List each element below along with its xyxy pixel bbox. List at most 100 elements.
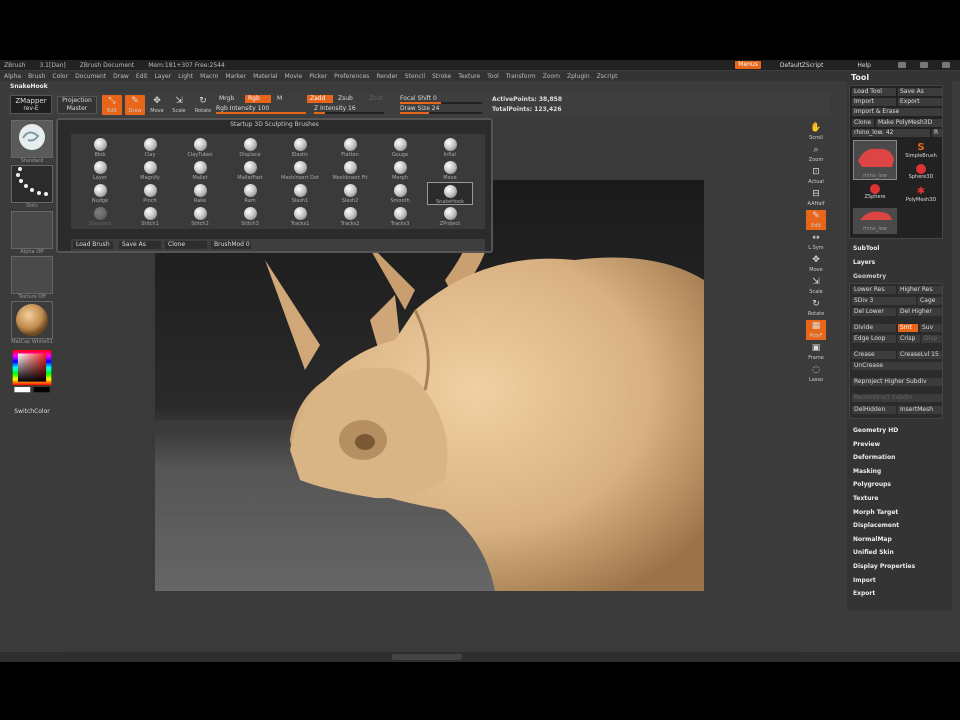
rgb-button[interactable]: Rgb	[245, 95, 271, 103]
load-brush-button[interactable]: Load Brush	[73, 241, 113, 249]
tool-thumb-sphere3d[interactable]: Sphere3D	[900, 164, 942, 182]
rightshelf-rotate-button[interactable]: ↻ Rotate	[806, 298, 826, 318]
brushmod-slider[interactable]: BrushMod 0	[211, 241, 251, 249]
zcut-button[interactable]: Zcut	[366, 95, 386, 103]
brush-stitch2[interactable]: Stitch2	[177, 205, 223, 228]
menu-material[interactable]: Material	[253, 73, 277, 80]
divide-button[interactable]: Divide	[852, 324, 896, 332]
brush-nudge[interactable]: Nudge	[77, 182, 123, 205]
brush-tracks2[interactable]: Tracks2	[327, 205, 373, 228]
edit-button[interactable]: ⤡ Edit	[102, 95, 122, 115]
rightshelf-scroll-button[interactable]: ✋ Scroll	[806, 122, 826, 142]
tray-section-morph-target[interactable]: Morph Target	[853, 509, 898, 516]
tray-section-texture[interactable]: Texture	[853, 495, 878, 502]
layers-section[interactable]: Layers	[853, 259, 875, 266]
zsub-button[interactable]: Zsub	[335, 95, 356, 103]
cage-button[interactable]: Cage	[918, 297, 942, 305]
stroke-thumbnail[interactable]	[11, 165, 53, 203]
color-picker[interactable]	[10, 350, 54, 394]
focal-shift-slider[interactable]: Focal Shift 0	[400, 95, 482, 104]
bottom-tray-handle[interactable]	[392, 654, 462, 660]
brush-malletfast[interactable]: MalletFast	[227, 159, 273, 182]
close-icon[interactable]	[942, 62, 950, 68]
brush-gouge[interactable]: Gouge	[377, 136, 423, 159]
menu-light[interactable]: Light	[178, 73, 193, 80]
menu-marker[interactable]: Marker	[225, 73, 246, 80]
material-thumbnail[interactable]	[11, 301, 53, 339]
disp-toggle[interactable]: Disp	[922, 335, 942, 343]
brush-slash1[interactable]: Slash1	[277, 182, 323, 205]
del-higher-button[interactable]: Del Higher	[898, 308, 942, 316]
save-as-button[interactable]: Save As	[119, 241, 161, 249]
tool-thumb-polymesh3d[interactable]: ✱ PolyMesh3D	[900, 186, 942, 204]
import-erase-button[interactable]: Import & Erase	[852, 108, 942, 116]
brush-stitch1[interactable]: Stitch1	[127, 205, 173, 228]
menus-button[interactable]: Menus	[735, 61, 761, 69]
menu-layer[interactable]: Layer	[154, 73, 171, 80]
brush-mallet[interactable]: Mallet	[177, 159, 223, 182]
rightshelf-polyf-button[interactable]: ▦ PolyF	[806, 320, 826, 340]
tool-export-button[interactable]: Export	[898, 98, 942, 106]
higher-res-button[interactable]: Higher Res	[898, 286, 942, 294]
minimize-icon[interactable]	[898, 62, 906, 68]
menu-macro[interactable]: Macro	[200, 73, 218, 80]
tray-section-preview[interactable]: Preview	[853, 441, 880, 448]
menu-stencil[interactable]: Stencil	[405, 73, 425, 80]
insertmesh-button[interactable]: InsertMesh	[898, 406, 942, 414]
tray-section-polygroups[interactable]: Polygroups	[853, 481, 891, 488]
menu-brush[interactable]: Brush	[28, 73, 45, 80]
menu-preferences[interactable]: Preferences	[334, 73, 369, 80]
menu-alpha[interactable]: Alpha	[4, 73, 21, 80]
current-tool-slider[interactable]: rhino_low. 42	[852, 129, 930, 137]
crease-button[interactable]: Crease	[852, 351, 896, 359]
brush-blob[interactable]: Blob	[77, 136, 123, 159]
switch-color-button[interactable]: SwitchColor	[8, 408, 56, 415]
menu-tool[interactable]: Tool	[487, 73, 499, 80]
brush-move[interactable]: Move	[427, 159, 473, 182]
brush-flatten[interactable]: Flatten	[327, 136, 373, 159]
brush-snakehook[interactable]: SnakeHook	[427, 182, 473, 205]
brush-claytubes[interactable]: ClayTubes	[177, 136, 223, 159]
reproject-button[interactable]: Reproject Higher Subdiv	[852, 378, 942, 386]
rightshelf-frame-button[interactable]: ▣ Frame	[806, 342, 826, 362]
help-button[interactable]: Help	[852, 62, 876, 69]
brush-thumbnail[interactable]	[11, 120, 53, 158]
reconstruct-subdiv-button[interactable]: Reconstruct Subdiv	[852, 394, 942, 402]
menu-zoom[interactable]: Zoom	[543, 73, 560, 80]
menu-zscript[interactable]: Zscript	[597, 73, 618, 80]
tool-clone-button[interactable]: Clone	[852, 119, 874, 127]
move-button[interactable]: ✥ Move	[147, 95, 167, 115]
geometry-section[interactable]: Geometry	[853, 273, 886, 280]
menu-render[interactable]: Render	[376, 73, 397, 80]
brush-displace[interactable]: Displace	[227, 136, 273, 159]
rgb-intensity-slider[interactable]: Rgb Intensity 100	[216, 105, 306, 114]
brush-stitch3[interactable]: Stitch3	[227, 205, 273, 228]
menu-transform[interactable]: Transform	[506, 73, 536, 80]
lower-res-button[interactable]: Lower Res	[852, 286, 896, 294]
tray-section-deformation[interactable]: Deformation	[853, 454, 895, 461]
load-tool-button[interactable]: Load Tool	[852, 88, 896, 96]
menu-edit[interactable]: Edit	[136, 73, 148, 80]
m-button[interactable]: M	[274, 95, 285, 103]
brush-slash2[interactable]: Slash2	[327, 182, 373, 205]
rightshelf-actual-button[interactable]: ⊡ Actual	[806, 166, 826, 186]
brush-elastic[interactable]: Elastic	[277, 136, 323, 159]
brush-zproject[interactable]: ZProject	[427, 205, 473, 228]
zmapper-button[interactable]: ZMapper rev-E	[10, 95, 52, 114]
brush-ram[interactable]: Ram	[227, 182, 273, 205]
texture-thumbnail[interactable]	[11, 256, 53, 294]
draw-size-slider[interactable]: Draw Size 24	[400, 105, 482, 114]
tool-thumb-simplebrush[interactable]: S SimpleBrush	[900, 142, 942, 160]
tool-thumb-rhino-2[interactable]: rhino_low	[853, 208, 897, 234]
rightshelf-zoom-button[interactable]: ⌕ Zoom	[806, 144, 826, 164]
brush-pinch[interactable]: Pinch	[127, 182, 173, 205]
maximize-icon[interactable]	[920, 62, 928, 68]
menu-texture[interactable]: Texture	[458, 73, 480, 80]
make-polymesh-button[interactable]: Make PolyMesh3D	[876, 119, 942, 127]
rightshelf-edit-button[interactable]: ✎ Edit	[806, 210, 826, 230]
tool-palette-title[interactable]: Tool	[851, 73, 869, 82]
mrgb-button[interactable]: Mrgb	[216, 95, 237, 103]
tool-r-button[interactable]: R	[932, 129, 942, 137]
clone-button[interactable]: Clone	[165, 241, 207, 249]
subtool-section[interactable]: SubTool	[853, 245, 879, 252]
